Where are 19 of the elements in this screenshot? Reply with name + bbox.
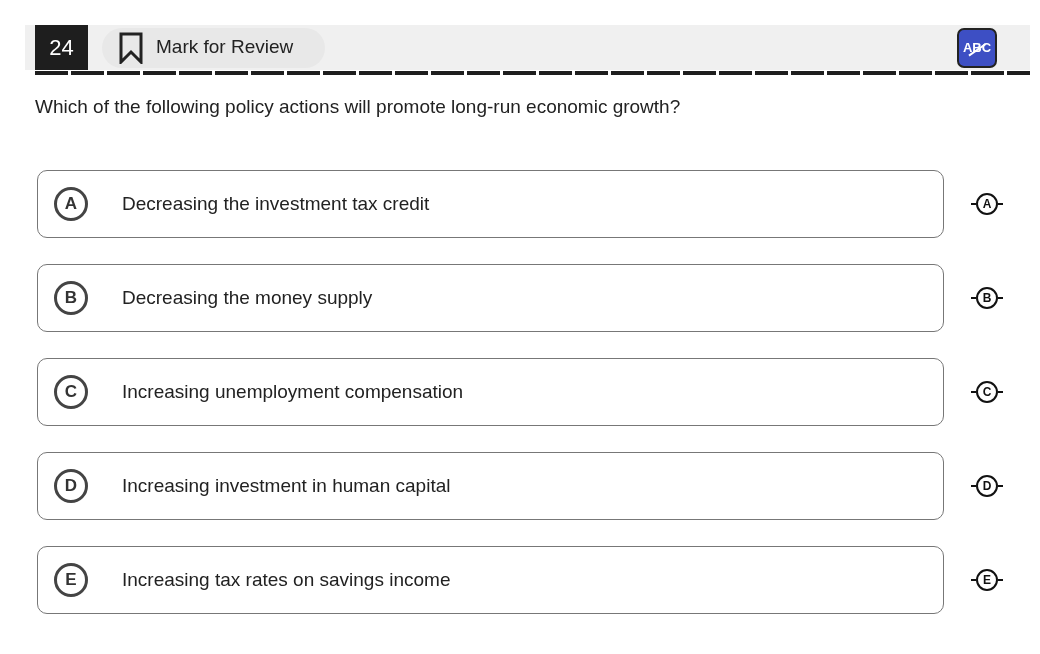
answer-option[interactable]: E Increasing tax rates on savings income: [37, 546, 944, 614]
question-text: Which of the following policy actions will promote long-run economic growth?: [35, 95, 682, 119]
bookmark-icon: [118, 31, 144, 64]
question-number: 24: [35, 25, 88, 70]
option-letter: A: [54, 187, 88, 221]
option-letter: E: [54, 563, 88, 597]
answer-option[interactable]: C Increasing unemployment compensation: [37, 358, 944, 426]
answer-option[interactable]: A Decreasing the investment tax credit: [37, 170, 944, 238]
option-text: Increasing investment in human capital: [122, 473, 451, 498]
answer-option[interactable]: B Decreasing the money supply: [37, 264, 944, 332]
option-text: Decreasing the investment tax credit: [122, 191, 430, 216]
option-text: Decreasing the money supply: [122, 285, 373, 310]
answer-option[interactable]: D Increasing investment in human capital: [37, 452, 944, 520]
option-text: Increasing tax rates on savings income: [122, 567, 451, 592]
option-letter: D: [54, 469, 88, 503]
option-letter: C: [54, 375, 88, 409]
option-text: Increasing unemployment compensation: [122, 379, 464, 404]
mark-for-review-button[interactable]: Mark for Review: [102, 27, 325, 68]
option-letter: B: [54, 281, 88, 315]
